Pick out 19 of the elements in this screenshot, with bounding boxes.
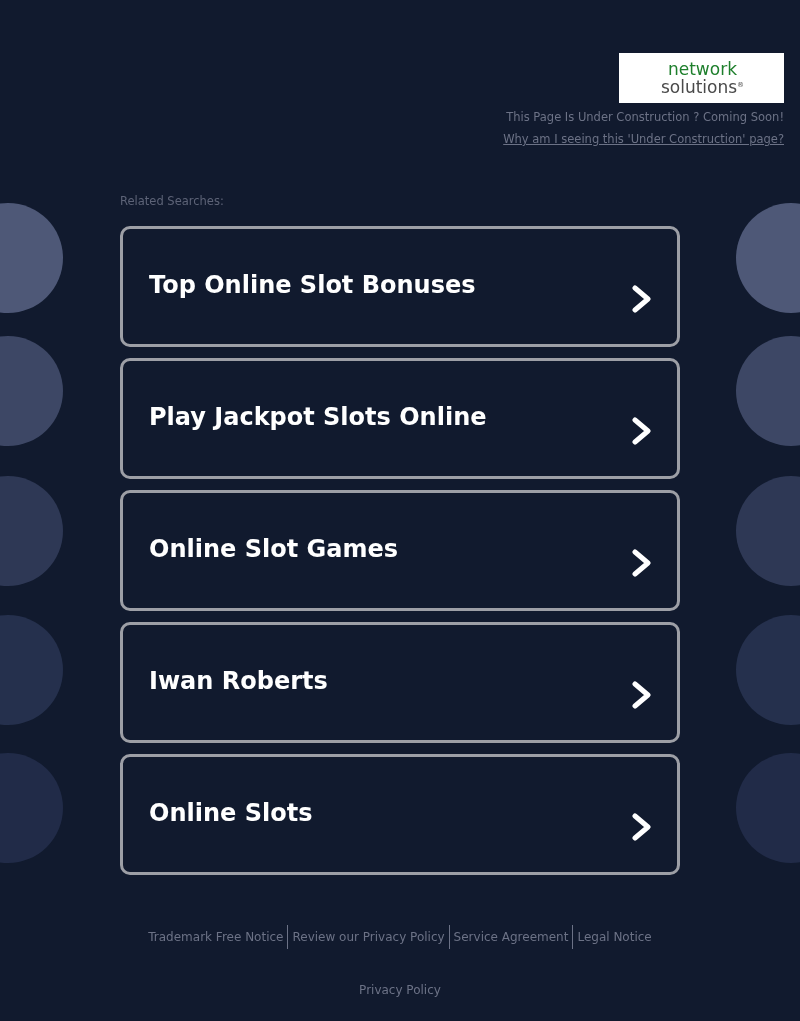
privacy-link[interactable]: Privacy Policy xyxy=(359,982,441,998)
footer-link[interactable]: Legal Notice xyxy=(572,925,656,949)
construction-notice: This Page Is Under Construction ? Coming Soon! xyxy=(506,109,784,125)
chevron-right-icon xyxy=(632,812,652,841)
footer-link[interactable]: Service Agreement xyxy=(448,925,573,949)
search-link[interactable]: Online Slot Games xyxy=(120,490,680,611)
chevron-right-icon xyxy=(632,548,652,577)
search-link[interactable]: Iwan Roberts xyxy=(120,622,680,743)
search-link[interactable]: Online Slots xyxy=(120,754,680,875)
search-link[interactable]: Play Jackpot Slots Online xyxy=(120,358,680,479)
footer-link[interactable]: Trademark Free Notice xyxy=(144,925,288,949)
logo: network solutions$^{®}$ xyxy=(619,53,784,103)
related-searches-heading: Related Searches: xyxy=(120,193,225,209)
chevron-right-icon xyxy=(632,680,652,709)
footer-link[interactable]: Review our Privacy Policy xyxy=(287,925,449,949)
info-link[interactable]: Why am I seeing this 'Under Construction' page? xyxy=(503,131,784,147)
search-link[interactable]: Top Online Slot Bonuses xyxy=(120,226,680,347)
chevron-right-icon xyxy=(632,416,652,445)
chevron-right-icon xyxy=(632,284,652,313)
